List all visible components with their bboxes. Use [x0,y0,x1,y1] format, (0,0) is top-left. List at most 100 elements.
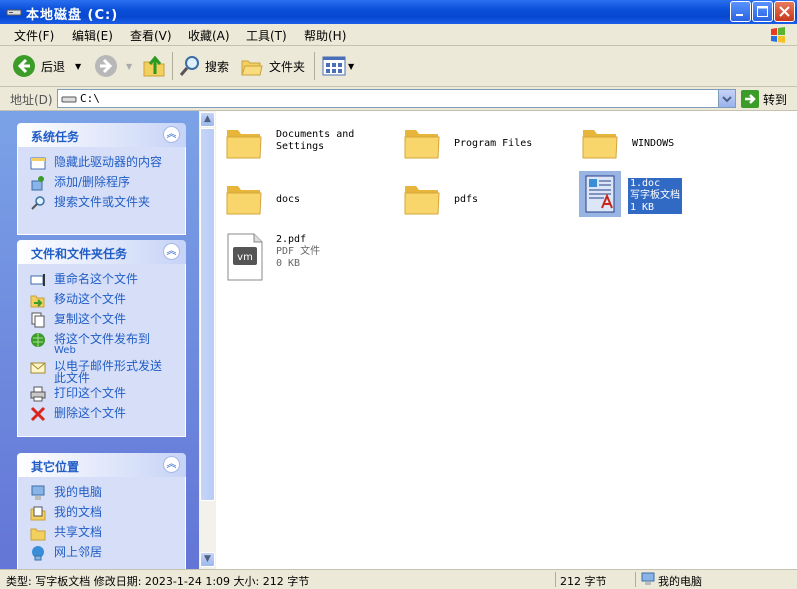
task-move-file[interactable]: 移动这个文件 [18,290,185,310]
file-item-1-doc[interactable]: 1.doc 写字板文档 1 KB [576,168,746,217]
file-tasks-panel: 文件和文件夹任务 ︽ 重命名这个文件 移动这个文件 复制这个文件 将这个文件发布… [17,240,186,437]
collapse-icon[interactable]: ︽ [163,456,180,473]
toolbar: 后退 ▼ ▼ 搜索 文件夹 ▼ [0,46,797,87]
menu-view[interactable]: 查看(V) [130,27,172,44]
other-places-header[interactable]: 其它位置 ︽ [17,453,186,477]
place-my-documents[interactable]: 我的文档 [18,503,185,523]
views-dropdown-icon[interactable]: ▼ [348,62,354,71]
search-icon [179,56,199,76]
task-sublabel: Web [54,345,76,356]
file-item-windows[interactable]: WINDOWS [576,116,746,164]
task-hide-drive-contents[interactable]: 隐藏此驱动器的内容 [18,153,185,173]
file-list: Documents and Settings Program Files WIND… [216,111,797,569]
maximize-icon [757,6,768,17]
file-item-pdfs[interactable]: pdfs [398,172,568,220]
forward-arrow-icon [95,55,117,77]
system-tasks-body: 隐藏此驱动器的内容 添加/删除程序 搜索文件或文件夹 [17,147,186,235]
views-button[interactable]: ▼ [322,52,354,80]
collapse-icon[interactable]: ︽ [163,243,180,260]
file-tasks-header[interactable]: 文件和文件夹任务 ︽ [17,240,186,264]
place-label: 共享文档 [54,525,103,539]
file-item-program-files[interactable]: Program Files [398,116,568,164]
status-info: 类型: 写字板文档 修改日期: 2023-1-24 1:09 大小: 212 字… [6,575,310,588]
chevron-down-icon [722,96,732,103]
task-copy-file[interactable]: 复制这个文件 [18,310,185,330]
copy-icon [31,312,45,328]
email-icon [30,362,46,374]
task-add-remove-programs[interactable]: 添加/删除程序 [18,173,185,193]
task-label: 搜索文件或文件夹 [54,195,151,209]
address-input[interactable]: C:\ [57,89,736,108]
up-folder-button[interactable] [142,52,168,80]
folders-label: 文件夹 [269,59,306,74]
place-label: 我的文档 [54,505,103,519]
task-delete-file[interactable]: 删除这个文件 [18,404,185,424]
close-button[interactable] [774,1,795,22]
file-tasks-title: 文件和文件夹任务 [31,247,128,261]
minimize-button[interactable] [730,1,751,22]
task-pane-scrollbar[interactable]: ▲ ▼ [199,111,216,569]
task-label: 重命名这个文件 [54,272,139,286]
back-arrow-icon [13,55,35,77]
task-rename-file[interactable]: 重命名这个文件 [18,270,185,290]
address-dropdown-button[interactable] [718,90,735,107]
back-dropdown-icon[interactable]: ▼ [75,62,81,71]
drive-icon [61,96,77,103]
my-computer-icon [641,572,655,585]
file-name: WINDOWS [632,138,675,149]
menu-help[interactable]: 帮助(H) [304,27,346,44]
windows-logo-icon [771,27,785,43]
svg-text:vm: vm [237,252,253,263]
scroll-thumb[interactable] [200,128,215,501]
menu-file[interactable]: 文件(F) [14,27,54,44]
place-network[interactable]: 网上邻居 [18,543,185,563]
task-print-file[interactable]: 打印这个文件 [18,384,185,404]
task-publish-to-web[interactable]: 将这个文件发布到 Web [18,330,185,357]
go-button[interactable]: 转到 [741,90,787,108]
menu-favorites[interactable]: 收藏(A) [188,27,230,44]
file-tasks-body: 重命名这个文件 移动这个文件 复制这个文件 将这个文件发布到 Web 以电子邮件… [17,264,186,437]
back-label: 后退 [41,59,66,74]
scroll-down-button[interactable]: ▼ [200,552,215,567]
file-item-2-pdf[interactable]: vm 2.pdf PDF 文件 0 KB [220,227,390,281]
place-shared-documents[interactable]: 共享文档 [18,523,185,543]
folder-icon [226,186,262,215]
menu-tools[interactable]: 工具(T) [246,27,287,44]
folders-icon [241,60,263,76]
search-icon [31,196,45,210]
system-tasks-header[interactable]: 系统任务 ︽ [17,123,186,147]
maximize-button[interactable] [752,1,773,22]
status-divider [635,572,636,587]
address-bar: 地址(D) C:\ 转到 [0,87,797,111]
window-title: 本地磁盘 (C:) [26,8,119,23]
other-places-panel: 其它位置 ︽ 我的电脑 我的文档 共享文档 网上邻居 [17,453,186,569]
task-label: 添加/删除程序 [54,175,131,189]
toolbar-separator [314,52,315,80]
printer-icon [30,386,46,402]
search-button[interactable]: 搜索 [178,52,229,80]
task-search-files[interactable]: 搜索文件或文件夹 [18,193,185,213]
wordpad-document-icon [585,175,615,213]
folders-button[interactable]: 文件夹 [240,52,305,80]
shared-documents-icon [30,528,46,541]
forward-button[interactable]: ▼ [94,52,132,80]
menu-edit[interactable]: 编辑(E) [72,27,113,44]
file-item-documents-and-settings[interactable]: Documents and Settings [220,116,390,164]
system-tasks-panel: 系统任务 ︽ 隐藏此驱动器的内容 添加/删除程序 搜索文件或文件夹 [17,123,186,235]
back-button[interactable]: 后退 ▼ [12,52,81,80]
file-item-docs[interactable]: docs [220,172,390,220]
close-icon [779,6,790,17]
forward-dropdown-icon[interactable]: ▼ [126,62,132,71]
task-label: 将这个文件发布到 [54,332,151,346]
task-label: 移动这个文件 [54,292,127,306]
hide-contents-icon [30,157,46,170]
task-email-file[interactable]: 以电子邮件形式发送 此文件 [18,357,185,384]
toolbar-separator [172,52,173,80]
collapse-icon[interactable]: ︽ [163,126,180,143]
file-name: pdfs [454,194,479,205]
place-my-computer[interactable]: 我的电脑 [18,483,185,503]
folder-icon [404,130,440,159]
up-folder-icon [143,55,165,77]
network-icon [32,546,44,561]
scroll-up-button[interactable]: ▲ [200,112,215,127]
